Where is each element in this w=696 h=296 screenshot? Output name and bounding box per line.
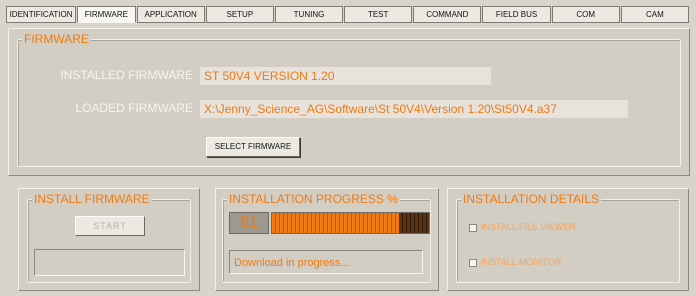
installation-progress-panel: INSTALLATION PROGRESS % 81 Download in p… bbox=[215, 188, 439, 291]
loaded-firmware-label: LOADED FIRMWARE bbox=[75, 101, 193, 115]
install-status-field bbox=[34, 249, 185, 276]
progress-bar-fill bbox=[272, 213, 400, 233]
tab-cam[interactable]: CAM bbox=[620, 6, 689, 23]
installation-details-legend: INSTALLATION DETAILS bbox=[461, 192, 602, 206]
start-button[interactable]: START bbox=[75, 216, 145, 236]
installed-firmware-label: INSTALLED FIRMWARE bbox=[60, 68, 193, 82]
tab-command[interactable]: COMMAND bbox=[413, 6, 482, 23]
install-monitor-checkbox[interactable]: INSTALL MONITOR bbox=[469, 257, 561, 267]
install-file-viewer-label: INSTALL FILE VIEWER bbox=[481, 222, 577, 232]
install-monitor-label: INSTALL MONITOR bbox=[481, 257, 562, 267]
select-firmware-button[interactable]: SELECT FIRMWARE bbox=[206, 137, 300, 157]
tab-identification[interactable]: IDENTIFICATION bbox=[6, 6, 77, 23]
installation-details-panel: INSTALLATION DETAILS INSTALL FILE VIEWER… bbox=[447, 188, 689, 291]
tab-field-bus[interactable]: FIELD BUS bbox=[482, 6, 551, 23]
installed-firmware-value: ST 50V4 VERSION 1.20 bbox=[200, 67, 491, 85]
progress-status-text: Download in progress... bbox=[229, 250, 423, 274]
firmware-group: FIRMWARE INSTALLED FIRMWARE ST 50V4 VERS… bbox=[17, 32, 681, 167]
progress-bar-remainder bbox=[399, 213, 429, 233]
install-file-viewer-checkbox[interactable]: INSTALL FILE VIEWER bbox=[469, 222, 576, 232]
tab-firmware[interactable]: FIRMWARE bbox=[77, 6, 136, 23]
progress-percent-value: 81 bbox=[229, 212, 269, 234]
tab-test[interactable]: TEST bbox=[344, 6, 413, 23]
install-firmware-group: INSTALL FIRMWARE START bbox=[27, 192, 191, 283]
install-firmware-panel: INSTALL FIRMWARE START bbox=[18, 188, 200, 291]
tab-com[interactable]: COM bbox=[551, 6, 620, 23]
firmware-panel: FIRMWARE INSTALLED FIRMWARE ST 50V4 VERS… bbox=[8, 28, 690, 176]
installation-details-group: INSTALLATION DETAILS INSTALL FILE VIEWER… bbox=[456, 192, 680, 283]
checkbox-box[interactable] bbox=[469, 223, 477, 232]
tab-tuning[interactable]: TUNING bbox=[274, 6, 344, 23]
tab-application[interactable]: APPLICATION bbox=[136, 6, 205, 23]
firmware-legend: FIRMWARE bbox=[22, 32, 91, 46]
installation-progress-group: INSTALLATION PROGRESS % 81 Download in p… bbox=[222, 192, 431, 283]
installation-progress-legend: INSTALLATION PROGRESS % bbox=[227, 192, 400, 206]
checkbox-box[interactable] bbox=[469, 258, 477, 267]
tab-setup[interactable]: SETUP bbox=[205, 6, 274, 23]
tab-bar: IDENTIFICATION FIRMWARE APPLICATION SETU… bbox=[6, 6, 690, 23]
loaded-firmware-path: X:\Jenny_Science_AG\Software\St 50V4\Ver… bbox=[200, 100, 628, 118]
progress-bar bbox=[271, 212, 430, 234]
install-firmware-legend: INSTALL FIRMWARE bbox=[32, 192, 152, 206]
